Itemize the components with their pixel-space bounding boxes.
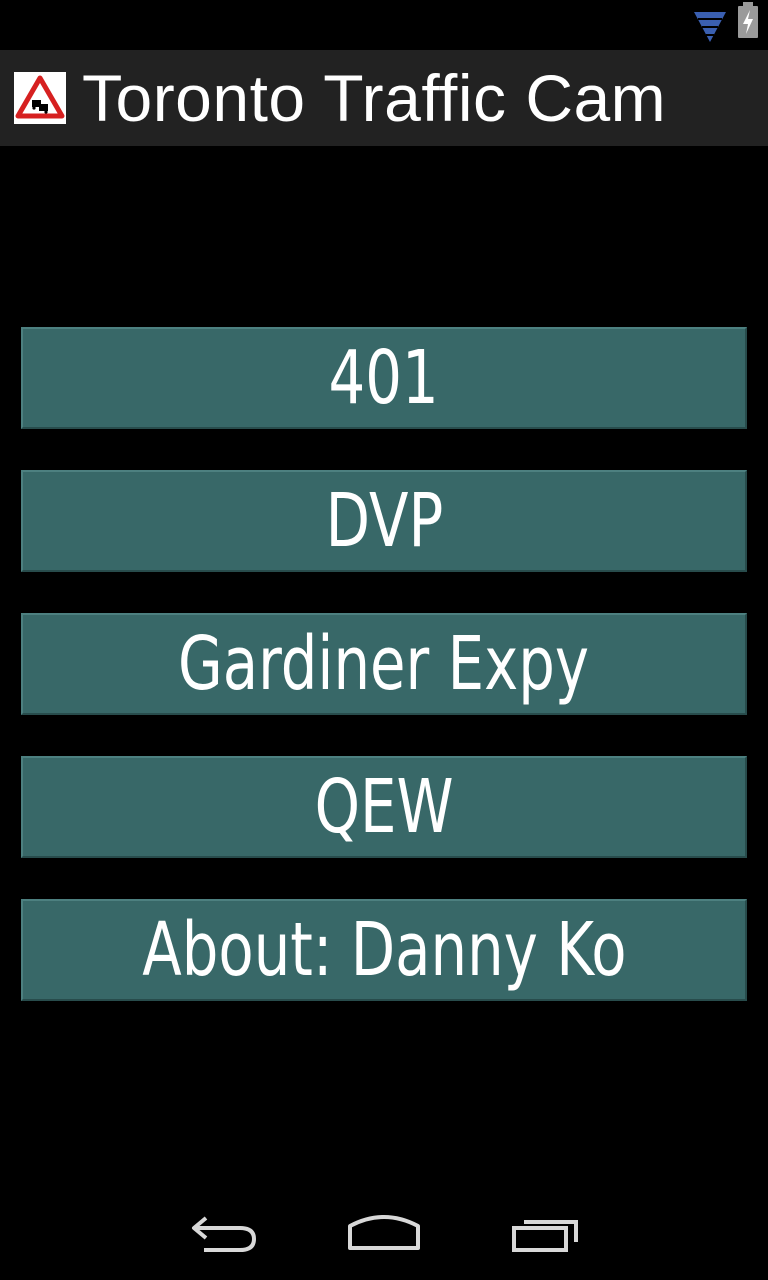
menu-button-qew[interactable]: QEW xyxy=(21,756,747,858)
action-bar: Toronto Traffic Cam xyxy=(0,50,768,146)
battery-charging-icon xyxy=(738,2,758,38)
traffic-warning-icon xyxy=(14,72,66,124)
menu-button-label: 401 xyxy=(328,335,440,421)
wifi-icon xyxy=(694,12,726,42)
menu-button-401[interactable]: 401 xyxy=(21,327,747,429)
home-icon[interactable] xyxy=(346,1212,422,1254)
app-title: Toronto Traffic Cam xyxy=(82,61,667,135)
menu-button-gardiner-expy[interactable]: Gardiner Expy xyxy=(21,613,747,715)
menu-button-label: DVP xyxy=(325,478,443,564)
menu-button-label: About: Danny Ko xyxy=(141,907,627,993)
back-icon[interactable] xyxy=(188,1212,260,1256)
recent-apps-icon[interactable] xyxy=(510,1214,582,1254)
menu-button-dvp[interactable]: DVP xyxy=(21,470,747,572)
menu-button-about[interactable]: About: Danny Ko xyxy=(21,899,747,1001)
menu-button-label: QEW xyxy=(314,764,454,850)
status-bar xyxy=(0,0,768,50)
menu-button-label: Gardiner Expy xyxy=(178,621,590,707)
